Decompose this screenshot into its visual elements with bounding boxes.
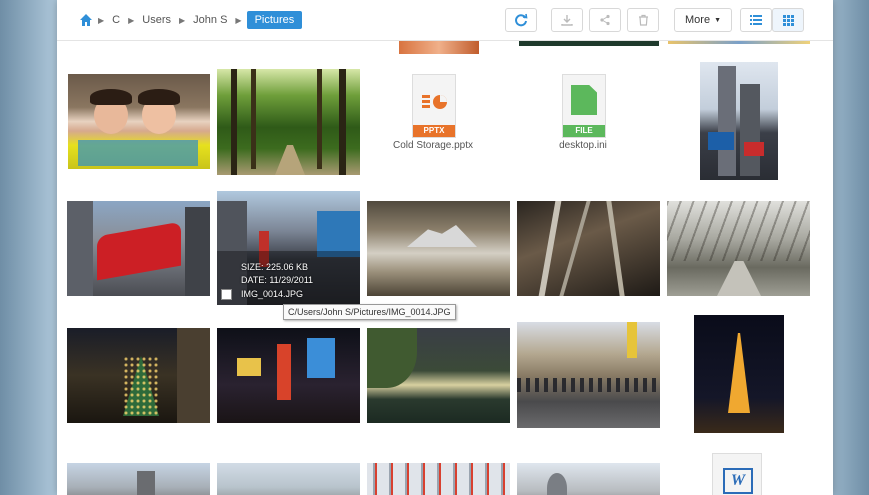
image-thumbnail[interactable] [700,62,778,180]
image-thumbnail[interactable] [517,463,660,495]
file-name: IMG_0014.JPG [241,289,304,299]
more-label: More [685,14,711,26]
grid-view-button[interactable] [772,8,804,32]
file-item-word[interactable]: W [712,453,762,495]
path-tooltip: C/Users/John S/Pictures/IMG_0014.JPG [283,304,456,320]
share-icon [600,14,610,26]
chevron-right-icon: ▶ [235,15,242,25]
list-view-button[interactable] [740,8,772,32]
toolbar: ▶ C ▶ Users ▶ John S ▶ Pictures More ▼ [57,0,833,41]
word-icon: W [723,468,753,494]
file-browser-window: ▶ C ▶ Users ▶ John S ▶ Pictures More ▼ P… [57,0,833,495]
caret-down-icon: ▼ [714,16,721,24]
select-checkbox[interactable] [221,289,232,300]
list-view-icon [750,15,762,25]
pptx-file-icon: PPTX [412,74,456,138]
delete-button[interactable] [627,8,659,32]
image-thumbnail[interactable] [399,40,479,54]
refresh-icon [515,13,528,27]
file-grid: PPTX Cold Storage.pptx FILE desktop.ini [57,40,833,495]
file-name: Cold Storage.pptx [392,140,474,151]
image-thumbnail[interactable] [217,69,360,175]
home-icon[interactable] [79,13,93,27]
image-thumbnail[interactable] [67,328,210,423]
image-thumbnail[interactable] [67,463,210,495]
image-thumbnail[interactable] [217,328,360,423]
file-size: SIZE: 225.06 KB [241,262,309,272]
image-thumbnail[interactable] [667,201,810,296]
image-thumbnail[interactable] [367,201,510,296]
file-item-pptx[interactable]: PPTX Cold Storage.pptx [387,70,507,170]
chevron-right-icon: ▶ [98,15,105,25]
refresh-button[interactable] [505,8,537,32]
image-thumbnail[interactable] [367,328,510,423]
file-item-ini[interactable]: FILE desktop.ini [547,70,667,170]
grid-view-icon [782,14,794,26]
generic-file-icon: FILE [562,74,606,138]
download-icon [561,15,573,26]
breadcrumb-item-john-s[interactable]: John S [190,12,230,28]
file-name: desktop.ini [559,140,607,151]
chevron-right-icon: ▶ [128,15,135,25]
image-thumbnail[interactable] [367,463,510,495]
image-thumbnail[interactable] [68,74,210,169]
breadcrumb-item-pictures[interactable]: Pictures [246,11,303,29]
chevron-right-icon: ▶ [179,15,186,25]
image-thumbnail[interactable] [67,201,210,296]
trash-icon [638,14,648,26]
image-thumbnail[interactable] [694,315,784,433]
image-thumbnail[interactable] [217,463,360,495]
share-button[interactable] [589,8,621,32]
image-thumbnail[interactable] [517,322,660,428]
breadcrumb-item-c[interactable]: C [109,12,123,28]
image-thumbnail-selected[interactable]: SIZE: 225.06 KB DATE: 11/29/2011 IMG_001… [217,191,360,305]
file-badge: FILE [563,125,605,137]
file-date: DATE: 11/29/2011 [241,275,314,285]
download-button[interactable] [551,8,583,32]
image-thumbnail[interactable] [517,201,660,296]
pptx-badge: PPTX [413,125,455,137]
breadcrumb: ▶ C ▶ Users ▶ John S ▶ Pictures [79,11,303,29]
breadcrumb-item-users[interactable]: Users [139,12,174,28]
more-button[interactable]: More ▼ [674,8,732,32]
